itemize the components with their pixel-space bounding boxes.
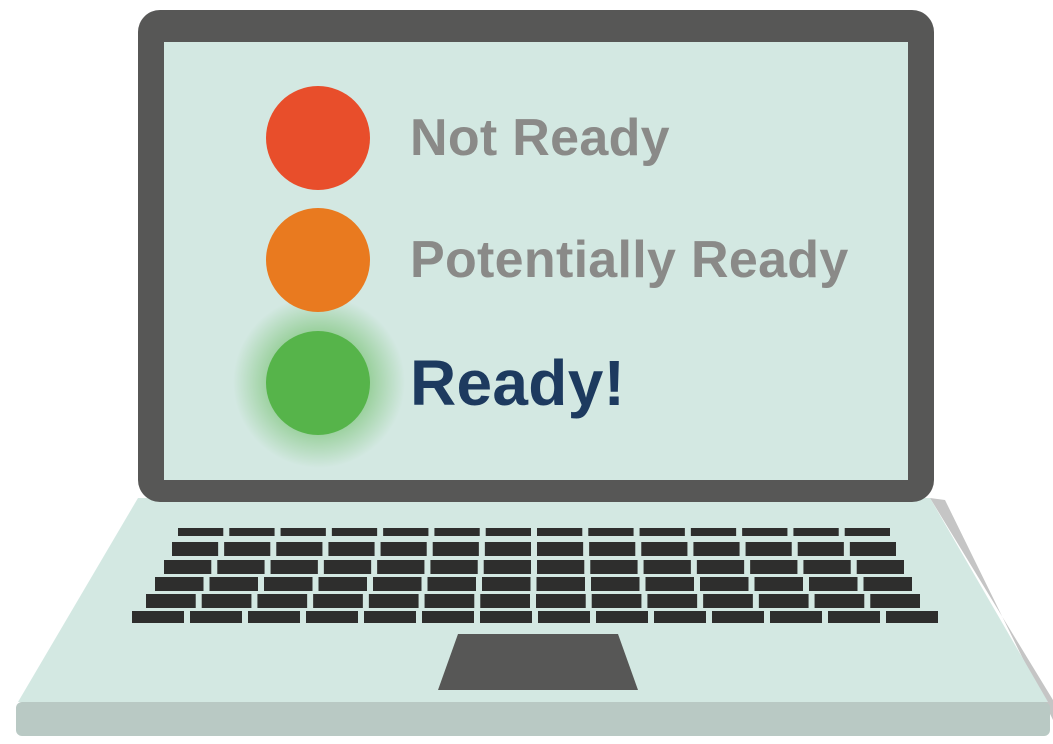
keyboard-key <box>536 594 586 608</box>
keyboard-key <box>313 594 363 608</box>
keyboard-key <box>870 594 920 608</box>
keyboard-key <box>696 560 745 574</box>
keyboard-key <box>770 611 822 623</box>
keyboard-key <box>803 560 851 574</box>
keyboard-key <box>155 577 204 591</box>
keyboard-key <box>856 560 904 574</box>
keyboard-key <box>172 542 219 556</box>
keyboard-key <box>224 542 271 556</box>
keyboard-key <box>306 611 358 623</box>
keyboard-key <box>537 528 583 536</box>
keyboard-key <box>373 577 422 591</box>
keyboard-key <box>368 594 419 608</box>
keyboard-key <box>331 528 378 536</box>
keyboard-key <box>430 560 478 574</box>
status-row-ready: Ready! <box>266 330 625 436</box>
keyboard-key <box>863 577 912 591</box>
keyboard-key <box>591 577 640 591</box>
keyboard-key <box>484 542 531 556</box>
keyboard-key <box>647 594 698 608</box>
keyboard-key <box>828 611 880 623</box>
keyboard-key <box>328 542 375 556</box>
keyboard-key <box>537 560 585 574</box>
keyboard-key <box>537 542 584 556</box>
keyboard-key <box>377 560 425 574</box>
laptop-front-edge <box>16 702 1050 736</box>
touchpad <box>438 634 638 690</box>
keyboard-key <box>383 528 429 536</box>
status-row-not-ready: Not Ready <box>266 85 670 191</box>
keyboard-key <box>427 577 476 591</box>
keyboard-key <box>229 528 275 536</box>
keyboard-key <box>814 594 865 608</box>
keyboard-key <box>422 611 474 623</box>
keyboard-key <box>849 542 896 556</box>
keyboard-key <box>480 594 530 608</box>
status-label-potentially-ready: Potentially Ready <box>410 231 849 289</box>
keyboard-key <box>190 611 242 623</box>
keyboard-key <box>712 611 764 623</box>
keyboard-key <box>264 577 313 591</box>
keyboard-key <box>178 528 224 536</box>
keyboard-key <box>639 528 685 536</box>
keyboard-key <box>248 611 300 623</box>
keyboard-key <box>424 594 475 608</box>
status-label-not-ready: Not Ready <box>410 109 670 167</box>
keyboard-key <box>700 577 749 591</box>
laptop-illustration: Not Ready Potentially Ready Ready! <box>0 0 1053 744</box>
keyboard-key <box>201 594 252 608</box>
keyboard-key <box>434 528 480 536</box>
keyboard-key <box>844 528 890 536</box>
keyboard-key <box>693 542 740 556</box>
green-status-light-icon <box>266 331 370 435</box>
keyboard-key <box>536 577 585 591</box>
keyboard-key <box>742 528 788 536</box>
status-row-potentially-ready: Potentially Ready <box>266 207 849 313</box>
keyboard-key <box>482 577 531 591</box>
keyboard-key <box>590 560 638 574</box>
keyboard-key <box>645 577 694 591</box>
keyboard-key <box>750 560 798 574</box>
keyboard-key <box>483 560 531 574</box>
keyboard-key <box>276 542 323 556</box>
orange-status-light-icon <box>266 208 370 312</box>
red-status-light-icon <box>266 86 370 190</box>
keyboard-key <box>886 611 938 623</box>
keyboard-key <box>793 528 839 536</box>
keyboard-key <box>654 611 706 623</box>
keyboard-key <box>641 542 688 556</box>
keyboard-key <box>217 560 265 574</box>
keyboard-key <box>758 594 809 608</box>
keyboard-key <box>588 528 634 536</box>
keyboard-key <box>596 611 648 623</box>
keyboard-key <box>280 528 326 536</box>
keyboard-key <box>591 594 642 608</box>
keyboard-key <box>690 528 737 536</box>
keyboard-key <box>643 560 691 574</box>
keyboard-key <box>538 611 590 623</box>
keyboard-key <box>754 577 803 591</box>
keyboard-key <box>797 542 844 556</box>
keyboard-key <box>432 542 479 556</box>
keyboard-key <box>323 560 372 574</box>
keyboard-key <box>485 528 531 536</box>
keyboard-key <box>745 542 792 556</box>
keyboard-key <box>380 542 427 556</box>
status-label-ready: Ready! <box>410 347 626 419</box>
keyboard-key <box>164 560 212 574</box>
keyboard-key <box>132 611 184 623</box>
keyboard-key <box>809 577 858 591</box>
keyboard-key <box>146 594 196 608</box>
keyboard-key <box>318 577 367 591</box>
keyboard-key <box>364 611 416 623</box>
keyboard-key <box>589 542 636 556</box>
keyboard-key <box>480 611 532 623</box>
keyboard-key <box>703 594 753 608</box>
keyboard-key <box>209 577 258 591</box>
keyboard-key <box>257 594 308 608</box>
keyboard-key <box>270 560 318 574</box>
